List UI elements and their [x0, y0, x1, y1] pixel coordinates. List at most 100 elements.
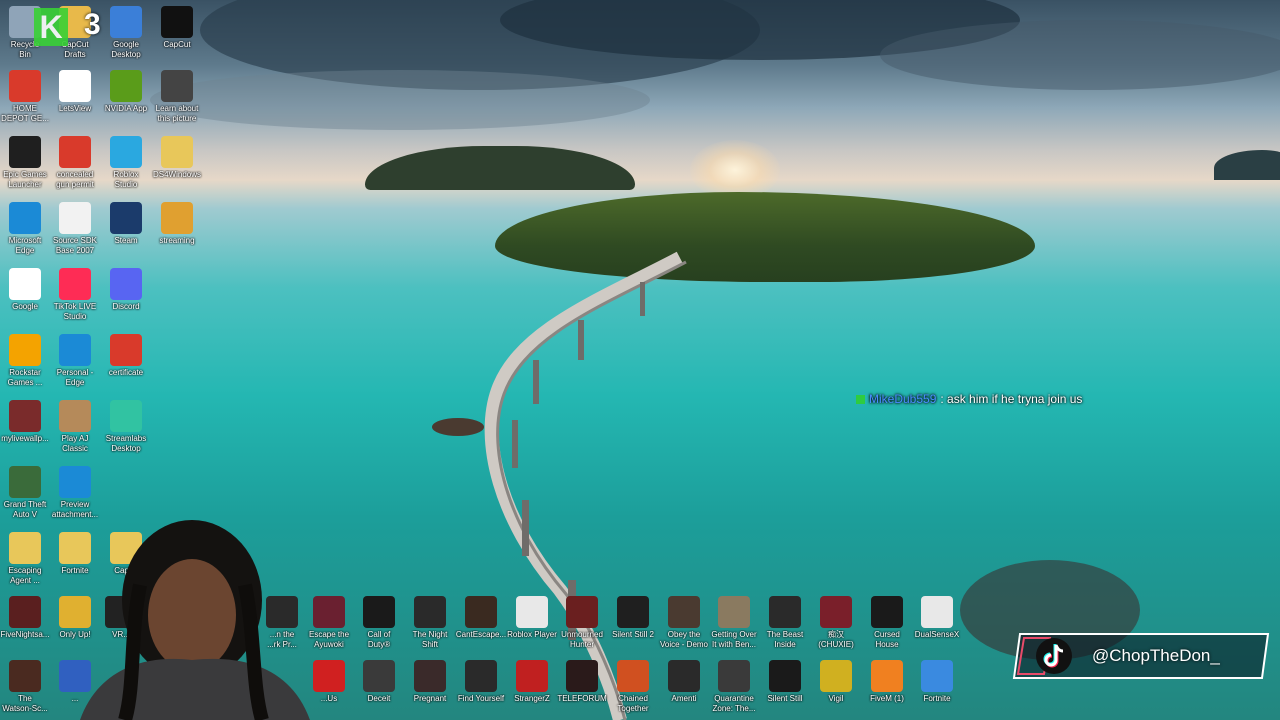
desktop-shortcut[interactable]: Microsoft Edge — [0, 202, 52, 256]
chat-username: MikeDub559 — [869, 392, 937, 406]
game-icon — [617, 660, 649, 692]
desktop-shortcut[interactable]: concealed gun permit — [48, 136, 102, 190]
desktop-shortcut[interactable]: DualSenseX — [910, 596, 964, 640]
desktop-shortcut[interactable]: HOME DEPOT GE... — [0, 70, 52, 124]
desktop-shortcut[interactable]: mylivewallp... — [0, 400, 52, 444]
shortcut-label: Personal - Edge — [56, 368, 94, 387]
desktop-shortcut[interactable]: Grand Theft Auto V — [0, 466, 52, 520]
desktop-shortcut[interactable]: Fortnite — [910, 660, 964, 704]
desktop-shortcut[interactable]: Source SDK Base 2007 — [48, 202, 102, 256]
pdf-icon — [59, 136, 91, 168]
shortcut-label: Silent Still 2 — [612, 630, 654, 639]
edge-icon — [59, 334, 91, 366]
game-icon — [871, 596, 903, 628]
desktop-shortcut[interactable]: FiveM (1) — [860, 660, 914, 704]
desktop-shortcut[interactable]: Play AJ Classic — [48, 400, 102, 454]
game-icon — [9, 596, 41, 628]
shortcut-label: Rockstar Games ... — [7, 368, 43, 387]
shortcut-label: Play AJ Classic — [61, 434, 89, 453]
desktop-shortcut[interactable]: Obey the Voice - Demo — [657, 596, 711, 650]
shortcut-label: The Beast Inside — [766, 630, 804, 649]
desktop-shortcut[interactable]: streaming — [150, 202, 204, 246]
desktop-shortcut[interactable]: Cursed House — [860, 596, 914, 650]
tiktok-handle: @ChopTheDon_ — [1092, 646, 1220, 665]
shortcut-label: Unmourned Hunter — [561, 630, 603, 649]
game-icon — [769, 660, 801, 692]
fivem-icon — [871, 660, 903, 692]
game-icon — [465, 660, 497, 692]
desktop-shortcut[interactable]: Call of Duty® — [352, 596, 406, 650]
shortcut-label: Google — [12, 302, 38, 311]
edge-icon — [59, 466, 91, 498]
shortcut-label: Quarantine Zone: The... — [712, 694, 756, 713]
roblox-studio-icon — [110, 136, 142, 168]
shortcut-label: Silent Still — [767, 694, 803, 703]
desktop-shortcut[interactable]: Learn about this picture — [150, 70, 204, 124]
shortcut-label: Learn about this picture — [155, 104, 199, 123]
shortcut-label: Find Yourself — [457, 694, 505, 703]
desktop-shortcut[interactable]: Roblox Studio — [99, 136, 153, 190]
desktop-shortcut[interactable]: TELEFORUM — [555, 660, 609, 704]
desktop-shortcut[interactable]: The Night Shift — [403, 596, 457, 650]
webcam-overlay — [80, 520, 310, 720]
desktop-shortcut[interactable]: Personal - Edge — [48, 334, 102, 388]
desktop-shortcut[interactable]: Roblox Player — [505, 596, 559, 640]
shortcut-label: Roblox Player — [507, 630, 557, 639]
chat-text: : ask him if he tryna join us — [940, 392, 1083, 406]
desktop-shortcut[interactable]: Unmourned Hunter — [555, 596, 609, 650]
desktop: Recycle Bin CapCut Drafts Google Desktop Ca… — [0, 0, 1280, 720]
desktop-shortcut[interactable]: LetsView — [48, 70, 102, 114]
animal-jam-icon — [59, 400, 91, 432]
shortcut-label: DS4Windows — [152, 170, 201, 179]
game-icon — [769, 596, 801, 628]
desktop-shortcut[interactable]: The Beast Inside — [758, 596, 812, 650]
letsview-icon — [59, 70, 91, 102]
desktop-shortcut[interactable]: Preview attachment... — [48, 466, 102, 520]
desktop-shortcut[interactable]: 痴汉 (CHUXIE) — [809, 596, 863, 650]
folder-icon — [9, 532, 41, 564]
desktop-shortcut[interactable]: Deceit — [352, 660, 406, 704]
desktop-shortcut[interactable]: CantEscape... — [454, 596, 508, 640]
shortcut-label: concealed gun permit — [56, 170, 94, 189]
score-counter: 3 — [84, 8, 101, 41]
shortcut-label: Source SDK Base 2007 — [52, 236, 98, 255]
edge-icon — [9, 202, 41, 234]
desktop-shortcut[interactable]: DS4Windows — [150, 136, 204, 180]
desktop-shortcut[interactable]: StrangerZ — [505, 660, 559, 704]
shortcut-label: FiveM (1) — [870, 694, 904, 703]
game-icon — [718, 660, 750, 692]
desktop-shortcut[interactable]: Discord — [99, 268, 153, 312]
desktop-shortcut[interactable]: Google Desktop — [99, 6, 153, 60]
desktop-shortcut[interactable]: Silent Still 2 — [606, 596, 660, 640]
desktop-shortcut[interactable]: Quarantine Zone: The... — [707, 660, 761, 714]
shortcut-label: HOME DEPOT GE... — [1, 104, 49, 123]
desktop-shortcut[interactable]: CapCut — [150, 6, 204, 50]
desktop-shortcut[interactable]: Amenti — [657, 660, 711, 704]
game-icon — [668, 596, 700, 628]
shortcut-label: Pregnant — [413, 694, 447, 703]
desktop-shortcut[interactable]: TikTok LIVE Studio — [48, 268, 102, 322]
desktop-shortcut[interactable]: Chained Together — [606, 660, 660, 714]
desktop-shortcut[interactable]: NVIDIA App — [99, 70, 153, 114]
desktop-shortcut[interactable]: Steam — [99, 202, 153, 246]
desktop-shortcut[interactable]: certificate — [99, 334, 153, 378]
shortcut-label: TELEFORUM — [557, 694, 607, 703]
desktop-shortcut[interactable]: Streamlabs Desktop — [99, 400, 153, 454]
wallpaper-icon — [9, 400, 41, 432]
desktop-shortcut[interactable]: Vigil — [809, 660, 863, 704]
google-icon — [9, 268, 41, 300]
pdf-icon — [110, 334, 142, 366]
game-icon — [668, 660, 700, 692]
tiktok-logo-icon — [1036, 638, 1072, 674]
shortcut-label: Microsoft Edge — [8, 236, 42, 255]
desktop-shortcut[interactable]: Getting Over It with Ben... — [707, 596, 761, 650]
shortcut-label: Streamlabs Desktop — [105, 434, 147, 453]
desktop-shortcut[interactable]: Google — [0, 268, 52, 312]
desktop-shortcut[interactable]: Pregnant — [403, 660, 457, 704]
shortcut-label: Call of Duty® — [367, 630, 391, 649]
shortcut-label: Chained Together — [617, 694, 649, 713]
desktop-shortcut[interactable]: Rockstar Games ... — [0, 334, 52, 388]
desktop-shortcut[interactable]: Silent Still — [758, 660, 812, 704]
desktop-shortcut[interactable]: Find Yourself — [454, 660, 508, 704]
desktop-shortcut[interactable]: Epic Games Launcher — [0, 136, 52, 190]
